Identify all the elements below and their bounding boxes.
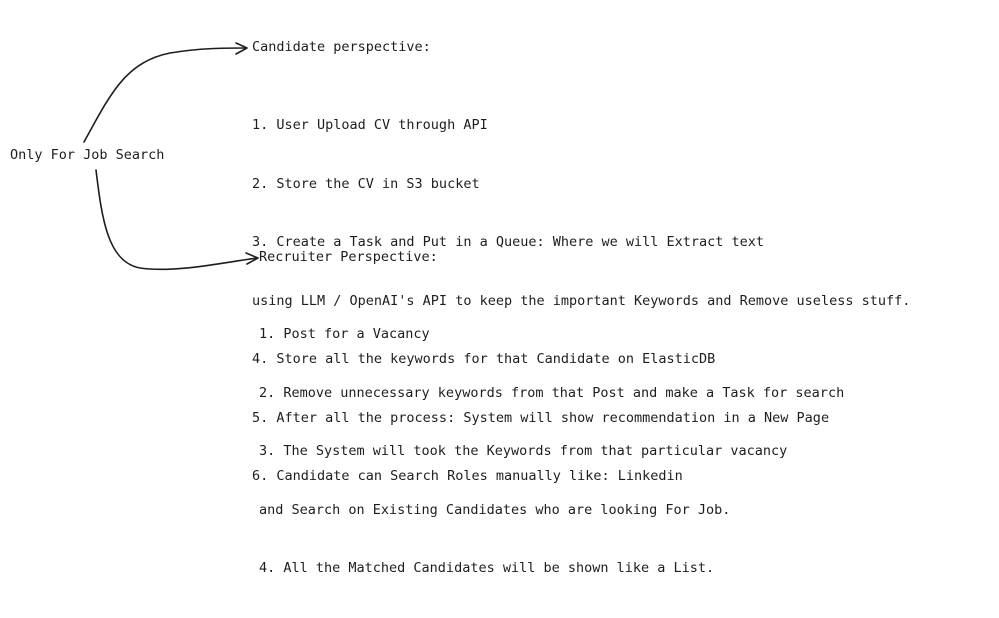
recruiter-step: 3. The System will took the Keywords fro…	[259, 443, 788, 459]
recruiter-step: 1. Post for a Vacancy	[259, 326, 430, 342]
candidate-step: 1. User Upload CV through API	[252, 117, 488, 133]
recruiter-steps: 1. Post for a Vacancy 2. Remove unnecess…	[259, 286, 844, 618]
recruiter-heading: Recruiter Perspective:	[259, 249, 438, 265]
recruiter-step: and Search on Existing Candidates who ar…	[259, 501, 731, 518]
recruiter-step: 2. Remove unnecessary keywords from that…	[259, 384, 845, 401]
arrow-to-candidate	[83, 47, 247, 143]
candidate-heading: Candidate perspective:	[252, 39, 431, 55]
arrow-to-recruiter	[95, 169, 258, 271]
root-node-label: Only For Job Search	[10, 147, 165, 163]
recruiter-step: 4. All the Matched Candidates will be sh…	[259, 560, 715, 576]
candidate-step: 2. Store the CV in S3 bucket	[252, 175, 480, 192]
